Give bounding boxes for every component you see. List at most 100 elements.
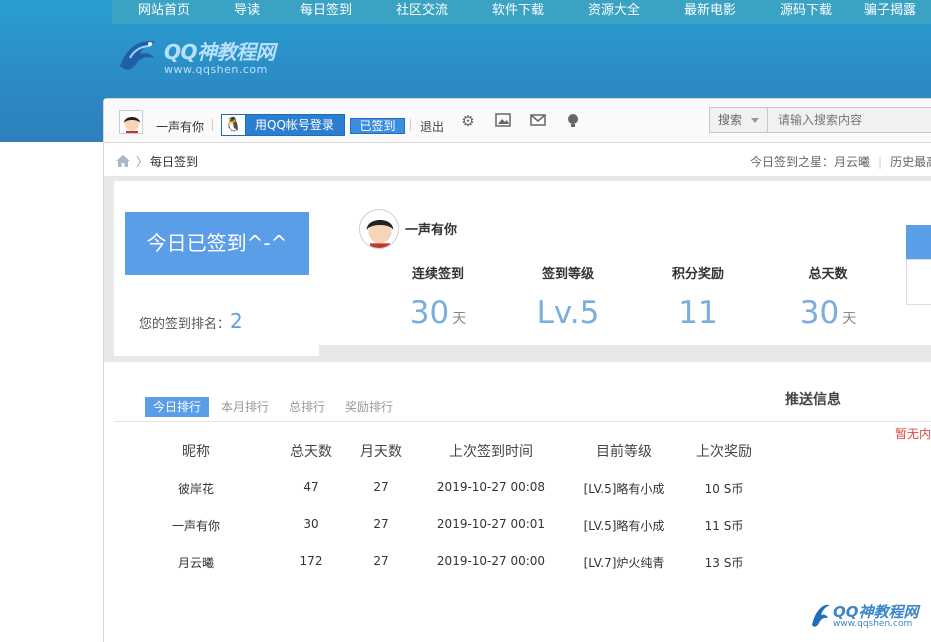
nav-item-community[interactable]: 社区交流 (374, 0, 470, 24)
search-type-select[interactable]: 搜索 (710, 108, 768, 132)
page: 网站首页 导读 每日签到 社区交流 软件下载 资源大全 最新电影 源码下载 骗子… (0, 0, 931, 642)
tab-total[interactable]: 总排行 (281, 397, 333, 417)
column-header: 月天数 (360, 444, 402, 460)
avatar[interactable] (119, 110, 143, 134)
watermark-url: www.qqshen.com (833, 619, 913, 629)
breadcrumb-separator: 〉 (136, 155, 149, 169)
home-icon[interactable] (116, 155, 130, 167)
logo-url: www.qqshen.com (164, 63, 268, 76)
nav-item-movies[interactable]: 最新电影 (662, 0, 758, 24)
cell-reward: 11 S币 (704, 519, 744, 533)
divider: | (878, 155, 883, 169)
cell-total-days: 172 (299, 554, 323, 568)
stat-label: 积分奖励 (671, 267, 724, 282)
column-header: 上次签到时间 (449, 444, 533, 460)
bulb-icon[interactable] (564, 113, 582, 129)
mail-icon[interactable] (529, 113, 547, 129)
user-toolbar: 一声有你 🐧 用QQ帐号登录 已签到 退出 ⚙ 搜索 (104, 99, 931, 143)
stat-value: Lv.5 (513, 296, 623, 330)
stat-number: Lv.5 (536, 295, 600, 331)
rank-label: 您的签到排名： (139, 317, 231, 332)
tab-reward[interactable]: 奖励排行 (337, 397, 401, 417)
checkin-card: 一声有你 🐧 用QQ帐号登录 已签到 退出 ⚙ 搜索 请输入搜索内容 〉 每日签… (103, 98, 931, 642)
chevron-down-icon (751, 118, 759, 123)
site-logo[interactable]: QQ神教程网 www.qqshen.com (112, 28, 312, 80)
sign-panel: 今日已签到^-^ 您的签到排名：2 (114, 181, 319, 356)
cell-level: [LV.5]略有小成 (583, 482, 665, 496)
divider (410, 119, 411, 131)
stat-value: 11 (643, 296, 753, 330)
profile-name: 一声有你 (405, 223, 458, 238)
tab-month[interactable]: 本月排行 (213, 397, 277, 417)
cell-total-days: 47 (303, 480, 319, 494)
qq-login-label: 用QQ帐号登录 (255, 118, 334, 132)
qq-login-button[interactable]: 🐧 用QQ帐号登录 (221, 114, 345, 136)
cell-last-time: 2019-10-27 00:01 (436, 517, 546, 531)
gear-icon[interactable]: ⚙ (459, 113, 477, 129)
nav-item-software[interactable]: 软件下载 (470, 0, 566, 24)
breadcrumb-current[interactable]: 每日签到 (150, 153, 198, 170)
stat-consecutive: 连续签到 30 天 (383, 263, 493, 336)
rank-value: 2 (230, 309, 243, 333)
column-header: 总天数 (290, 444, 332, 460)
avatar-face-icon (360, 210, 398, 248)
stat-number: 11 (678, 295, 718, 331)
tab-today[interactable]: 今日排行 (145, 397, 210, 417)
divider (114, 421, 931, 422)
column-header: 上次奖励 (696, 444, 752, 460)
cell-last-time: 2019-10-27 00:00 (436, 554, 546, 568)
ranking-tabs: 今日排行 本月排行 总排行 奖励排行 (145, 397, 405, 417)
cell-last-time: 2019-10-27 00:08 (436, 480, 546, 494)
stat-unit: 天 (842, 311, 857, 327)
search-box: 搜索 (709, 107, 931, 133)
cell-month-days: 27 (373, 554, 389, 568)
stat-number: 30 (799, 295, 840, 331)
stat-value: 30 天 (773, 296, 883, 336)
dragon-logo-icon (120, 41, 156, 70)
username[interactable]: 一声有你 (156, 118, 204, 135)
push-empty: 暂无内 (895, 427, 931, 441)
nav-item-resources[interactable]: 资源大全 (566, 0, 662, 24)
stat-label: 签到等级 (541, 267, 594, 282)
cell-nickname[interactable]: 彼岸花 (156, 480, 236, 497)
watermark: QQ神教程网 www.qqshen.com (809, 599, 924, 635)
search-type-label: 搜索 (718, 113, 743, 127)
image-icon[interactable] (494, 113, 512, 129)
cell-level: [LV.5]略有小成 (583, 519, 665, 533)
stat-total: 总天数 30 天 (773, 263, 883, 336)
cell-total-days: 30 (303, 517, 319, 531)
side-panel-body (906, 259, 931, 305)
profile-panel: 一声有你 连续签到 30 天 签到等级 Lv.5 积分奖励 11 总天数 30 天 (319, 181, 931, 345)
logo-text: QQ神教程网 (164, 40, 276, 64)
avatar-face-icon (120, 111, 142, 133)
cell-month-days: 27 (373, 480, 389, 494)
stat-label: 总天数 (808, 267, 848, 282)
nav-item-checkin[interactable]: 每日签到 (278, 0, 374, 24)
nav-item-scam[interactable]: 骗子揭露 (854, 0, 931, 24)
nav-item-source[interactable]: 源码下载 (758, 0, 854, 24)
rank-info: 您的签到排名：2 (139, 309, 243, 333)
qq-penguin-icon: 🐧 (222, 115, 246, 135)
stat-label: 连续签到 (411, 267, 464, 282)
push-title: 推送信息 (785, 392, 841, 408)
signed-today-button[interactable]: 今日已签到^-^ (125, 212, 309, 275)
signed-button[interactable]: 已签到 (350, 118, 405, 134)
stat-value: 30 天 (383, 296, 493, 336)
cell-reward: 13 S币 (704, 556, 744, 570)
nav-item-guide[interactable]: 导读 (216, 0, 278, 24)
search-input[interactable] (778, 108, 931, 132)
cell-level: [LV.7]炉火纯青 (583, 556, 665, 570)
column-header: 昵称 (182, 444, 210, 460)
history-best[interactable]: 历史最高 (890, 155, 931, 169)
cell-month-days: 27 (373, 517, 389, 531)
cell-reward: 10 S币 (704, 482, 744, 496)
stat-points: 积分奖励 11 (643, 263, 753, 330)
top-nav: 网站首页 导读 每日签到 社区交流 软件下载 资源大全 最新电影 源码下载 骗子… (112, 0, 931, 24)
nav-item-home[interactable]: 网站首页 (112, 0, 216, 24)
cell-nickname[interactable]: 一声有你 (156, 517, 236, 534)
logout-link[interactable]: 退出 (420, 118, 444, 135)
cell-nickname[interactable]: 月云曦 (156, 554, 236, 571)
dragon-logo-icon (812, 604, 830, 627)
avatar[interactable] (359, 209, 399, 249)
stat-level: 签到等级 Lv.5 (513, 263, 623, 330)
